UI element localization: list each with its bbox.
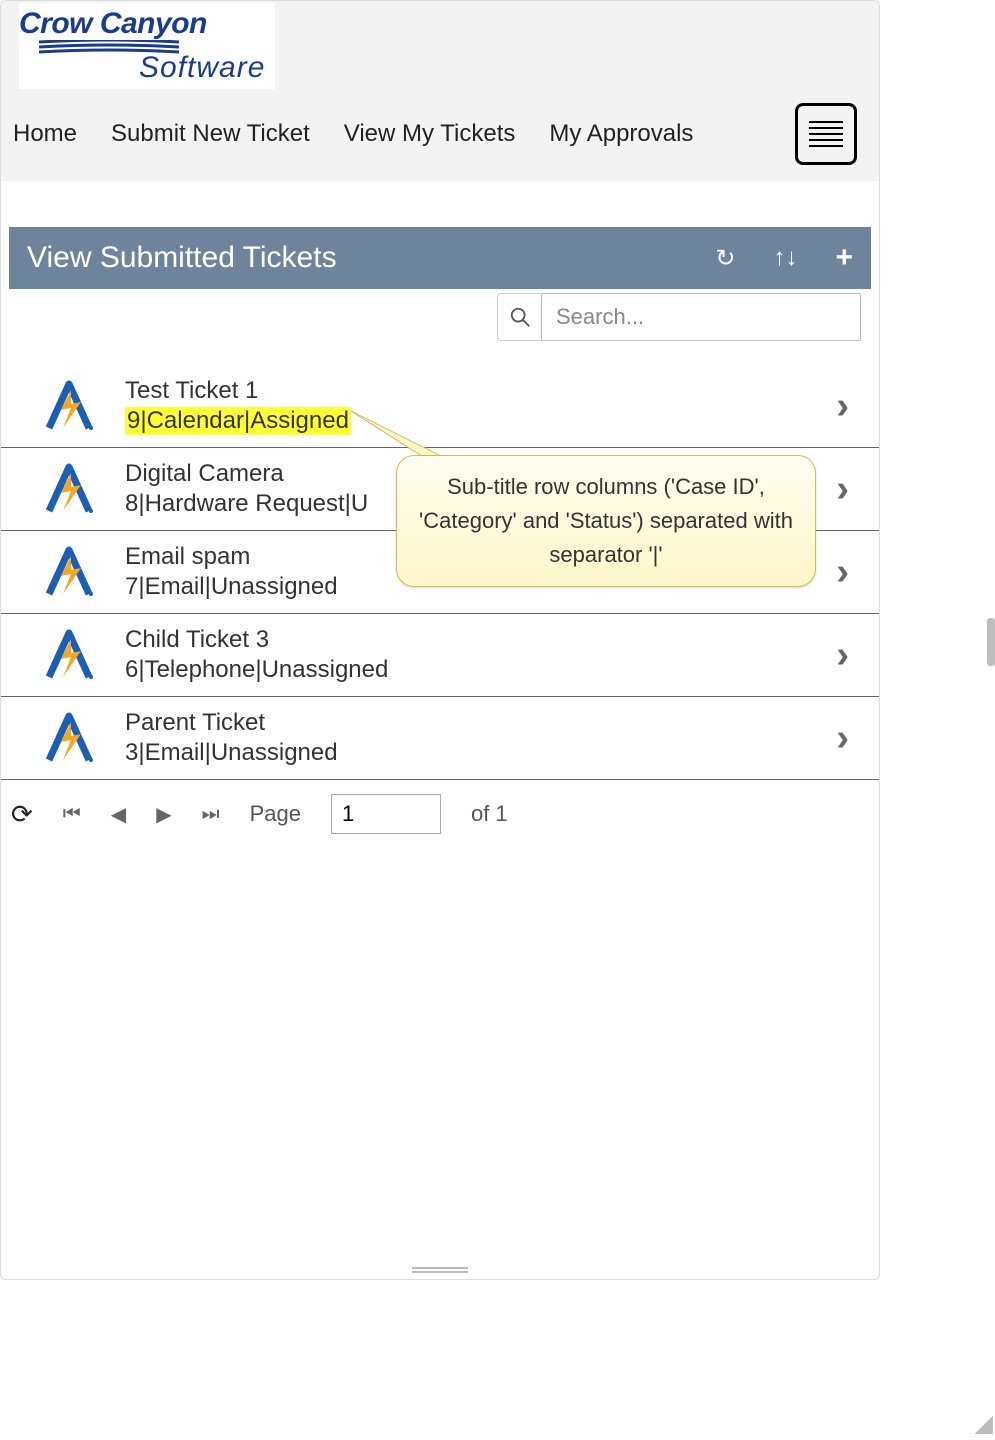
nav-home[interactable]: Home — [13, 120, 77, 148]
nav-submit-ticket[interactable]: Submit New Ticket — [111, 120, 310, 148]
pager-reload-icon[interactable]: ⟳ — [11, 799, 33, 830]
logo-text-1: Crow Canyon — [19, 7, 265, 41]
chevron-right-icon: › — [836, 717, 861, 760]
ticket-title: Test Ticket 1 — [125, 377, 836, 405]
chevron-right-icon: › — [836, 385, 861, 428]
refresh-icon[interactable]: ↻ — [715, 244, 735, 273]
ticket-subtitle: 3|Email|Unassigned — [125, 739, 836, 767]
ticket-text: Child Ticket 36|Telephone|Unassigned — [125, 626, 836, 684]
pager: ⟳ ⏮ ◀ ▶ ⏭ Page of 1 — [1, 780, 879, 848]
pager-page-label: Page — [250, 801, 301, 827]
ticket-bolt-icon — [41, 627, 97, 683]
search-input[interactable] — [541, 293, 861, 341]
ticket-bolt-icon — [41, 461, 97, 517]
annotation-callout: Sub-title row columns ('Case ID', 'Categ… — [396, 455, 816, 587]
app-window: Crow Canyon Software Home Submit New Tic… — [0, 0, 880, 1280]
ticket-text: Parent Ticket3|Email|Unassigned — [125, 709, 836, 767]
pager-last-icon[interactable]: ⏭ — [202, 803, 220, 826]
ticket-row[interactable]: Child Ticket 36|Telephone|Unassigned› — [1, 614, 879, 697]
pager-next-icon[interactable]: ▶ — [156, 802, 171, 827]
pager-of-label: of 1 — [471, 801, 508, 827]
pager-first-icon[interactable]: ⏮ — [63, 803, 81, 826]
chevron-right-icon: › — [836, 551, 861, 594]
logo-text-2: Software — [139, 51, 265, 85]
search-row — [1, 289, 879, 341]
section-header: View Submitted Tickets ↻ ↑↓ + — [9, 227, 871, 289]
resize-grip-icon[interactable]: ◢ — [975, 1409, 993, 1438]
section-actions: ↻ ↑↓ + — [715, 241, 853, 275]
add-icon[interactable]: + — [835, 241, 853, 275]
ticket-row[interactable]: Parent Ticket3|Email|Unassigned› — [1, 697, 879, 780]
ticket-subtitle: 6|Telephone|Unassigned — [125, 656, 836, 684]
ticket-bolt-icon — [41, 378, 97, 434]
scrollbar-thumb[interactable] — [987, 618, 995, 666]
nav-my-approvals[interactable]: My Approvals — [549, 120, 693, 148]
search-icon[interactable] — [497, 293, 541, 341]
ticket-bolt-icon — [41, 544, 97, 600]
chevron-right-icon: › — [836, 634, 861, 677]
pager-prev-icon[interactable]: ◀ — [111, 802, 126, 827]
top-bar: Crow Canyon Software Home Submit New Tic… — [1, 1, 879, 181]
nav-view-tickets[interactable]: View My Tickets — [344, 120, 516, 148]
ticket-bolt-icon — [41, 710, 97, 766]
sort-icon[interactable]: ↑↓ — [773, 244, 797, 272]
callout-text: Sub-title row columns ('Case ID', 'Categ… — [419, 474, 793, 567]
hamburger-menu-button[interactable] — [795, 103, 857, 165]
pager-page-input[interactable] — [331, 794, 441, 834]
ticket-title: Parent Ticket — [125, 709, 836, 737]
top-nav: Home Submit New Ticket View My Tickets M… — [11, 99, 869, 173]
brand-logo: Crow Canyon Software — [19, 3, 275, 89]
ticket-title: Child Ticket 3 — [125, 626, 836, 654]
section-title: View Submitted Tickets — [27, 241, 715, 275]
chevron-right-icon: › — [836, 468, 861, 511]
drag-handle-icon[interactable] — [412, 1267, 468, 1273]
